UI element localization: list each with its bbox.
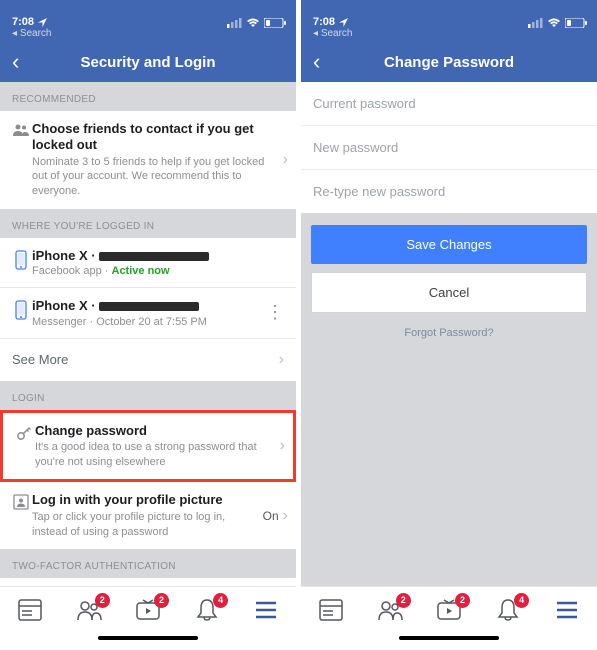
chevron-right-icon: › xyxy=(280,437,285,455)
profile-picture-icon xyxy=(10,492,32,510)
badge: 4 xyxy=(213,593,228,608)
current-password-field[interactable] xyxy=(301,82,597,126)
device-name: iPhone X · xyxy=(32,298,258,314)
device-meta: Facebook app · Active now xyxy=(32,265,284,277)
row-subtitle: Nominate 3 to 5 friends to help if you g… xyxy=(32,155,279,200)
cancel-button[interactable]: Cancel xyxy=(311,272,587,313)
new-password-field[interactable] xyxy=(301,126,597,170)
save-changes-button[interactable]: Save Changes xyxy=(311,225,587,264)
home-indicator xyxy=(0,632,296,650)
tab-notifications[interactable]: 4 xyxy=(492,596,524,624)
badge: 2 xyxy=(455,593,470,608)
home-indicator xyxy=(301,632,597,650)
row-subtitle: Tap or click your profile picture to log… xyxy=(32,510,259,540)
phone-icon xyxy=(10,248,32,270)
tab-menu[interactable] xyxy=(250,596,282,624)
more-icon[interactable]: ⋮ xyxy=(262,302,288,323)
row-title: Change password xyxy=(35,423,276,439)
row-two-factor[interactable]: Use two-factor authentication Log in wit… xyxy=(0,578,296,586)
tab-bar: 2 2 4 xyxy=(301,586,597,632)
screen-change-password: 7:08 ◂ Search ‹ Change Password Save Cha… xyxy=(301,0,597,650)
screen-security-login: 7:08 ◂ Search ‹ Security and Login RECOM… xyxy=(0,0,296,650)
status-bar: 7:08 xyxy=(0,0,296,28)
key-icon xyxy=(13,423,35,441)
device-meta: Messenger · October 20 at 7:55 PM xyxy=(32,316,258,328)
badge: 2 xyxy=(154,593,169,608)
row-profile-picture-login[interactable]: Log in with your profile picture Tap or … xyxy=(0,482,296,549)
signal-icon xyxy=(227,18,242,28)
badge: 2 xyxy=(95,593,110,608)
tab-notifications[interactable]: 4 xyxy=(191,596,223,624)
row-title: Choose friends to contact if you get loc… xyxy=(32,121,279,154)
tab-bar: 2 2 4 xyxy=(0,586,296,632)
signal-icon xyxy=(528,18,543,28)
row-see-more[interactable]: See More › xyxy=(0,339,296,381)
chevron-right-icon: › xyxy=(279,351,284,369)
row-device-1[interactable]: iPhone X · Facebook app · Active now xyxy=(0,238,296,288)
badge: 4 xyxy=(514,593,529,608)
wifi-icon xyxy=(246,18,260,28)
phone-icon xyxy=(10,298,32,320)
badge: 2 xyxy=(396,593,411,608)
chevron-right-icon: › xyxy=(283,151,288,169)
device-name: iPhone X · xyxy=(32,248,284,264)
back-button[interactable]: ‹ xyxy=(301,49,332,75)
tab-friends[interactable]: 2 xyxy=(374,596,406,624)
section-header-recommended: RECOMMENDED xyxy=(0,82,296,111)
status-bar: 7:08 xyxy=(301,0,597,28)
status-time: 7:08 xyxy=(313,16,335,28)
row-device-2[interactable]: iPhone X · Messenger · October 20 at 7:5… xyxy=(0,288,296,338)
nav-bar: ‹ Security and Login xyxy=(0,42,296,82)
back-button[interactable]: ‹ xyxy=(0,49,31,75)
forgot-password-link[interactable]: Forgot Password? xyxy=(301,313,597,353)
friends-icon xyxy=(10,121,32,137)
toggle-state: On xyxy=(263,509,279,523)
page-title: Security and Login xyxy=(0,54,296,71)
tab-menu[interactable] xyxy=(551,596,583,624)
row-subtitle: It's a good idea to use a strong passwor… xyxy=(35,440,276,470)
tab-newsfeed[interactable] xyxy=(315,596,347,624)
tab-friends[interactable]: 2 xyxy=(73,596,105,624)
section-header-login: LOGIN xyxy=(0,381,296,410)
nav-bar: ‹ Change Password xyxy=(301,42,597,82)
back-to-search[interactable]: ◂ Search xyxy=(0,28,296,42)
tab-watch[interactable]: 2 xyxy=(433,596,465,624)
chevron-right-icon: › xyxy=(283,507,288,525)
tab-watch[interactable]: 2 xyxy=(132,596,164,624)
status-time: 7:08 xyxy=(12,16,34,28)
battery-icon xyxy=(264,18,286,28)
location-arrow-icon xyxy=(38,18,47,27)
wifi-icon xyxy=(547,18,561,28)
retype-password-field[interactable] xyxy=(301,170,597,213)
section-header-logged-in: WHERE YOU'RE LOGGED IN xyxy=(0,209,296,238)
password-form xyxy=(301,82,597,213)
tab-newsfeed[interactable] xyxy=(14,596,46,624)
section-header-two-factor: TWO-FACTOR AUTHENTICATION xyxy=(0,549,296,578)
location-arrow-icon xyxy=(339,18,348,27)
row-choose-friends[interactable]: Choose friends to contact if you get loc… xyxy=(0,111,296,209)
row-change-password[interactable]: Change password It's a good idea to use … xyxy=(0,410,296,483)
back-to-search[interactable]: ◂ Search xyxy=(301,28,597,42)
row-title: Log in with your profile picture xyxy=(32,492,259,508)
battery-icon xyxy=(565,18,587,28)
page-title: Change Password xyxy=(301,54,597,71)
